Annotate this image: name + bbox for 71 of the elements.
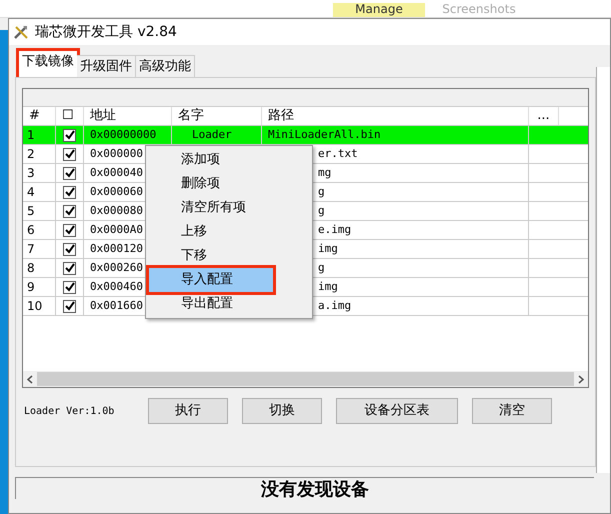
table-cell: er.txt: [318, 147, 358, 160]
action-button[interactable]: 设备分区表: [336, 398, 458, 424]
status-message: 没有发现设备: [260, 478, 369, 499]
menu-item[interactable]: 导出配置: [149, 292, 309, 316]
scroll-right-icon[interactable]: [578, 374, 584, 384]
row-number: 7: [27, 242, 35, 256]
row-number: 10: [27, 299, 42, 313]
row-number: 1: [27, 128, 35, 142]
table-row[interactable]: 1 0x00000000 Loader MiniLoaderAll.bin: [23, 126, 588, 145]
table-cell: img: [318, 242, 338, 255]
table-cell: 0x000460: [90, 280, 143, 293]
checkbox[interactable]: [63, 186, 76, 198]
checkbox[interactable]: [63, 280, 76, 294]
row-number: 9: [27, 280, 35, 294]
table-cell: 0x001660: [90, 299, 143, 312]
table-cell: img: [318, 280, 338, 293]
checkbox[interactable]: [63, 204, 76, 218]
menu-item[interactable]: 导入配置: [149, 268, 273, 292]
row-number: 6: [27, 223, 35, 237]
row-number: 2: [27, 147, 35, 161]
column-header[interactable]: 地址: [84, 107, 172, 125]
row-number: 5: [27, 204, 35, 218]
checkbox[interactable]: [63, 242, 76, 256]
action-button[interactable]: 执行: [148, 398, 228, 424]
tab[interactable]: 高级功能: [136, 55, 195, 77]
ribbon-tab[interactable]: Manage: [333, 3, 425, 17]
table-cell: e.img: [318, 223, 352, 236]
table-cell: mg: [318, 166, 332, 179]
horizontal-scrollbar[interactable]: [23, 371, 588, 387]
column-header[interactable]: #: [23, 107, 56, 125]
column-header[interactable]: 名字: [172, 107, 262, 125]
menu-item[interactable]: 删除项: [149, 172, 309, 196]
checkbox[interactable]: [63, 262, 76, 274]
action-button[interactable]: 切换: [242, 398, 322, 424]
column-header[interactable]: ...: [529, 107, 559, 125]
loader-version: Loader Ver:1.0b: [23, 404, 116, 418]
scroll-left-icon[interactable]: [27, 374, 33, 384]
table-cell: g: [318, 261, 325, 274]
column-header[interactable]: 路径: [262, 107, 529, 125]
checkbox[interactable]: [63, 300, 76, 312]
table-cell: 0x000260: [90, 261, 143, 274]
table-cell: g: [318, 185, 325, 198]
column-header[interactable]: ☐: [56, 107, 84, 125]
checkbox[interactable]: [63, 166, 76, 180]
row-number: 3: [27, 166, 35, 180]
table-cell: 0x000120: [90, 242, 143, 255]
row-number: 4: [27, 185, 35, 199]
menu-item[interactable]: 上移: [149, 220, 309, 244]
table-cell: 0x0000A0: [90, 223, 143, 236]
table-cell: MiniLoaderAll.bin: [268, 128, 381, 141]
table-cell: 0x00000000: [90, 128, 156, 141]
table-cell: 0x000080: [90, 204, 143, 217]
window-title: 瑞芯微开发工具 v2.84: [35, 22, 177, 42]
tab[interactable]: 升级固件: [77, 55, 136, 77]
table-cell: 0x000000: [90, 147, 143, 160]
table-cell: 0x000040: [90, 166, 143, 179]
action-button[interactable]: 清空: [472, 398, 552, 424]
row-number: 8: [27, 261, 35, 275]
tab[interactable]: 下载镜像: [19, 51, 77, 77]
table-cell: g: [318, 204, 325, 217]
table-cell: 0x000060: [90, 185, 143, 198]
menu-item[interactable]: 清空所有项: [149, 196, 309, 220]
checkbox[interactable]: [63, 148, 76, 160]
table-cell: Loader: [192, 128, 232, 141]
menu-item[interactable]: 添加项: [149, 148, 309, 172]
checkbox[interactable]: [63, 128, 76, 142]
checkbox[interactable]: [63, 224, 76, 236]
menu-item[interactable]: 下移: [149, 244, 309, 268]
tools-icon: [13, 24, 29, 40]
table-cell: a.img: [318, 299, 352, 312]
scrollbar-thumb[interactable]: [37, 372, 574, 386]
